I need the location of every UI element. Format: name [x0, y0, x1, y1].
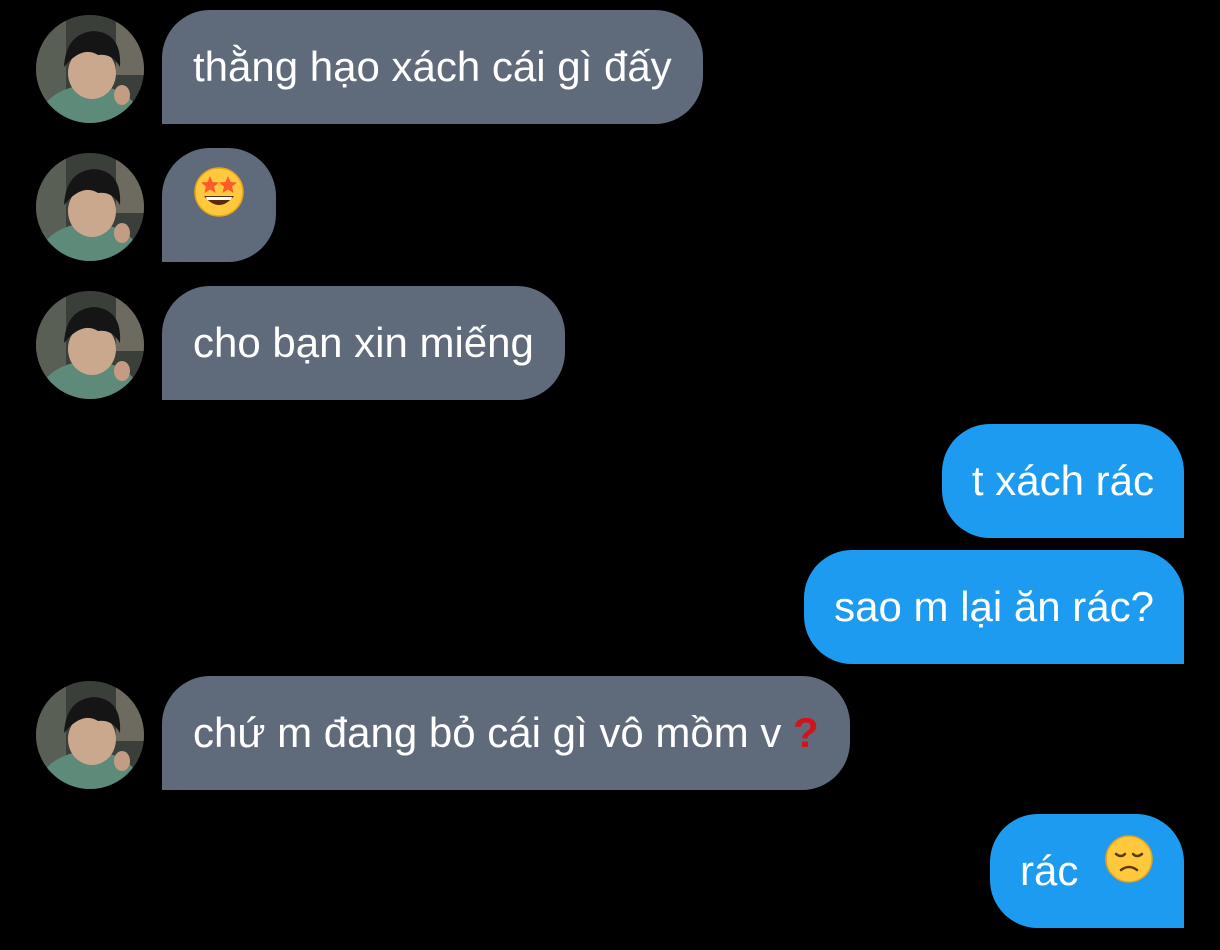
- message-bubble-incoming[interactable]: chứ m đang bỏ cái gì vô mồm v ?: [162, 676, 850, 790]
- message-bubble-incoming[interactable]: cho bạn xin miếng: [162, 286, 565, 400]
- message-text: cho bạn xin miếng: [193, 319, 534, 366]
- message-text: sao m lại ăn rác?: [834, 583, 1154, 630]
- message-text: t xách rác: [971, 457, 1154, 504]
- message-text: thằng hạo xách cái gì đấy: [193, 43, 672, 90]
- message-text: rác: [1019, 847, 1079, 894]
- message-text: chứ m đang bỏ cái gì vô mồm v: [193, 709, 782, 756]
- message-bubble-outgoing[interactable]: rác: [989, 813, 1184, 928]
- star-struck-emoji-icon: [193, 147, 245, 261]
- avatar[interactable]: [36, 681, 144, 789]
- message-bubble-outgoing[interactable]: sao m lại ăn rác?: [804, 550, 1184, 664]
- disappointed-face-emoji-icon: [1104, 813, 1154, 927]
- avatar[interactable]: [36, 291, 144, 399]
- message-bubble-incoming[interactable]: [162, 148, 276, 262]
- avatar[interactable]: [36, 153, 144, 261]
- message-bubble-incoming[interactable]: thằng hạo xách cái gì đấy: [162, 10, 703, 124]
- red-question-mark-emoji-icon: ?: [793, 709, 819, 756]
- message-bubble-outgoing[interactable]: t xách rác: [941, 424, 1184, 538]
- avatar[interactable]: [36, 15, 144, 123]
